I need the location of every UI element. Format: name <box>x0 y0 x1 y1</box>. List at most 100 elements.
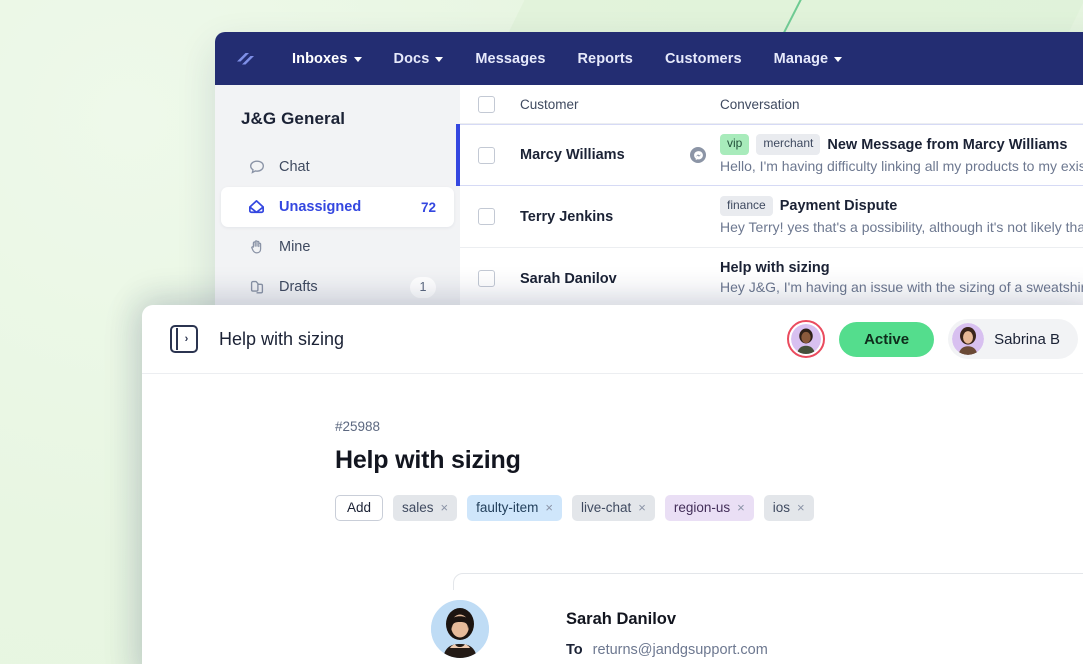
row-tag: finance <box>720 195 773 217</box>
chat-bubble-icon <box>247 158 266 177</box>
row-customer-name: Terry Jenkins <box>520 208 614 225</box>
panel-collapse-icon[interactable]: › <box>170 325 198 353</box>
add-tag-button[interactable]: Add <box>335 495 384 521</box>
row-preview: Hey J&G, I'm having an issue with the si… <box>720 279 1083 295</box>
ticket-tags: Add sales × faulty-item × live-chat × re… <box>335 495 1083 521</box>
message-card: Sarah Danilov Jun 10, 2:44pm To returns@… <box>428 573 1083 664</box>
envelope-icon <box>247 198 266 217</box>
conversation-list-header: Customer Conversation <box>460 85 1083 124</box>
row-checkbox[interactable] <box>478 208 495 225</box>
sidebar-item-unassigned[interactable]: Unassigned 72 <box>221 187 454 227</box>
close-icon[interactable]: × <box>737 500 745 515</box>
row-conversation-header: Help with sizing <box>720 260 1083 276</box>
nav-item-customers[interactable]: Customers <box>649 51 758 67</box>
column-header-customer: Customer <box>520 96 579 112</box>
assignee-name: Sabrina B <box>994 330 1060 348</box>
nav-item-messages[interactable]: Messages <box>459 51 561 67</box>
assignee-chip[interactable]: Sabrina B <box>948 319 1078 359</box>
ticket-body: #25988 Help with sizing Add sales × faul… <box>142 374 1083 664</box>
nav-item-docs-label: Docs <box>393 50 430 67</box>
ticket-tag-label: faulty-item <box>476 500 539 515</box>
ticket-tag-live-chat[interactable]: live-chat × <box>572 495 655 521</box>
close-icon[interactable]: × <box>638 500 646 515</box>
ticket-tag-ios[interactable]: ios × <box>763 495 814 521</box>
sidebar-item-unassigned-count: 72 <box>420 199 436 215</box>
sidebar-item-mine-label: Mine <box>279 239 311 255</box>
row-customer: Terry Jenkins <box>520 209 720 225</box>
nav-item-reports-label: Reports <box>577 50 633 67</box>
table-row[interactable]: Marcy Williams vip merchant New Message … <box>456 124 1083 186</box>
screenshot-stage: Inboxes Docs Messages Reports Customers … <box>0 0 1083 664</box>
message-to-address: returns@jandgsupport.com <box>592 642 768 658</box>
page-title: Help with sizing <box>335 446 521 474</box>
chevron-down-icon <box>353 57 362 62</box>
message-header: Sarah Danilov Jun 10, 2:44pm <box>566 610 1083 629</box>
row-conversation-header: vip merchant New Message from Marcy Will… <box>720 134 1083 155</box>
chevron-down-icon <box>834 57 843 62</box>
table-row[interactable]: Sarah Danilov Help with sizing Hey J&G, … <box>460 248 1083 310</box>
hand-icon <box>247 238 266 257</box>
ticket-tag-label: sales <box>402 500 434 515</box>
chevron-down-icon <box>435 57 444 62</box>
ticket-tag-label: ios <box>772 500 791 515</box>
nav-item-manage-label: Manage <box>773 50 829 67</box>
row-customer: Sarah Danilov <box>520 271 720 287</box>
row-subject: Payment Dispute <box>779 198 898 214</box>
helpscout-logo-icon[interactable] <box>232 46 258 72</box>
sidebar-item-drafts[interactable]: Drafts 1 <box>221 267 454 307</box>
ticket-tag-label: region-us <box>673 500 731 515</box>
table-row[interactable]: Terry Jenkins finance Payment Dispute He… <box>460 186 1083 248</box>
sidebar-item-mine[interactable]: Mine <box>221 227 454 267</box>
drafts-icon <box>247 278 266 297</box>
ticket-header-actions: Active Sabrina B <box>787 319 1078 359</box>
sidebar-item-chat-label: Chat <box>279 159 310 175</box>
chevron-right-glyph: › <box>184 332 189 345</box>
nav-item-inboxes[interactable]: Inboxes <box>276 51 378 67</box>
ticket-id: #25988 <box>335 419 381 434</box>
row-checkbox[interactable] <box>478 146 495 164</box>
messenger-icon <box>690 147 706 163</box>
ticket-detail-panel: › Help with sizing Active Sabrina B #259… <box>142 305 1083 664</box>
sidebar-item-unassigned-label: Unassigned <box>279 199 362 215</box>
row-customer-name: Marcy Williams <box>520 147 625 163</box>
nav-item-manage[interactable]: Manage <box>758 51 859 67</box>
message-recipient: To returns@jandgsupport.com <box>566 642 1083 658</box>
ticket-header: › Help with sizing Active Sabrina B <box>142 305 1083 374</box>
nav-item-docs[interactable]: Docs <box>378 51 460 67</box>
ticket-tag-sales[interactable]: sales × <box>393 495 458 521</box>
row-tag: merchant <box>756 134 821 155</box>
nav-item-customers-label: Customers <box>664 50 742 67</box>
row-subject: Help with sizing <box>720 260 830 276</box>
sidebar-item-drafts-label: Drafts <box>279 279 318 295</box>
row-checkbox[interactable] <box>478 270 495 287</box>
row-tag: vip <box>720 134 750 155</box>
row-conversation: vip merchant New Message from Marcy Will… <box>720 134 1083 176</box>
row-preview: Hey Terry! yes that's a possibility, alt… <box>720 219 1083 236</box>
message-to-label: To <box>566 642 583 658</box>
nav-item-reports[interactable]: Reports <box>561 51 649 67</box>
row-subject: New Message from Marcy Williams <box>827 136 1068 153</box>
close-icon[interactable]: × <box>545 500 553 515</box>
row-conversation: Help with sizing Hey J&G, I'm having an … <box>720 260 1083 297</box>
customer-avatar[interactable] <box>787 320 826 358</box>
column-header-conversation: Conversation <box>720 96 800 112</box>
select-all-checkbox[interactable] <box>478 95 495 113</box>
sarah-danilov-avatar <box>428 597 492 661</box>
status-badge[interactable]: Active <box>839 321 935 357</box>
nav-item-messages-label: Messages <box>475 50 546 67</box>
close-icon[interactable]: × <box>441 500 449 515</box>
sidebar-item-chat[interactable]: Chat <box>221 147 454 187</box>
ticket-tag-region-us[interactable]: region-us × <box>664 495 754 521</box>
ticket-header-title: Help with sizing <box>219 328 345 349</box>
ticket-tag-label: live-chat <box>581 500 632 515</box>
close-icon[interactable]: × <box>797 500 805 515</box>
row-customer-name: Sarah Danilov <box>520 270 617 287</box>
sidebar-title: J&G General <box>241 109 346 128</box>
message-author: Sarah Danilov <box>566 610 677 628</box>
row-conversation: finance Payment Dispute Hey Terry! yes t… <box>720 195 1083 238</box>
ticket-tag-faulty-item[interactable]: faulty-item × <box>467 495 563 521</box>
row-customer: Marcy Williams <box>520 147 720 163</box>
nav-item-inboxes-label: Inboxes <box>292 50 348 67</box>
assignee-avatar <box>952 323 985 355</box>
sidebar-item-drafts-count: 1 <box>410 276 436 298</box>
